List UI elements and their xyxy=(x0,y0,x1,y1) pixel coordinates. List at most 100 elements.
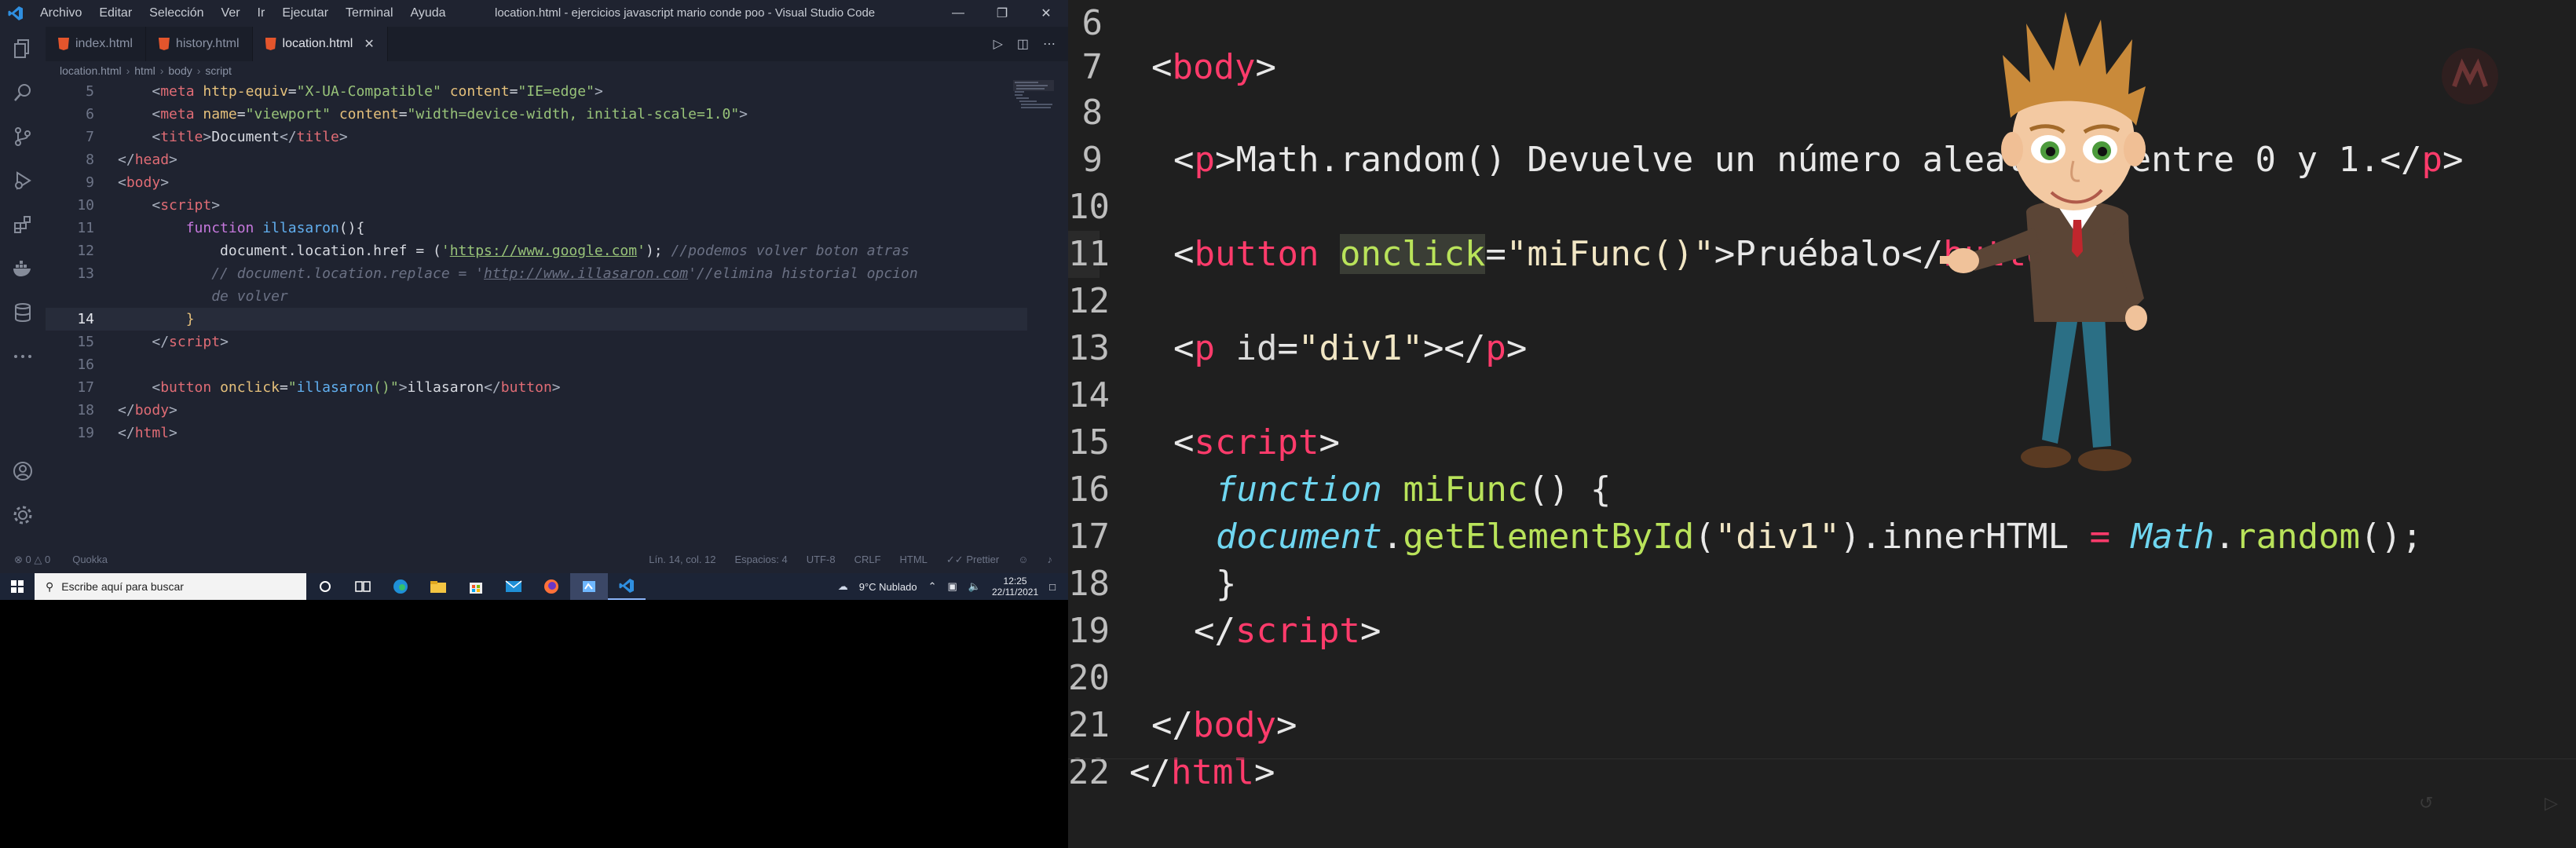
store-icon[interactable] xyxy=(457,573,495,600)
chevron-right-icon: › xyxy=(159,64,164,77)
restore-icon[interactable]: ❐ xyxy=(980,0,1024,27)
taskbar-search[interactable]: ⚲ Escribe aquí para buscar xyxy=(35,573,306,600)
breadcrumb-html[interactable]: html xyxy=(134,61,155,80)
vscode-window: Archivo Editar Selección Ver Ir Ejecutar… xyxy=(0,0,1068,573)
cursor-position[interactable]: Lín. 14, col. 12 xyxy=(649,554,715,566)
html5-icon xyxy=(158,38,170,50)
mail-icon[interactable] xyxy=(495,573,532,600)
task-view-icon[interactable] xyxy=(344,573,382,600)
language-mode[interactable]: HTML xyxy=(900,554,928,566)
close-icon[interactable]: ✕ xyxy=(1024,0,1068,27)
video-progress-track[interactable] xyxy=(1068,758,2576,759)
notifications-icon[interactable]: ♪ xyxy=(1048,554,1053,566)
settings-gear-icon[interactable] xyxy=(0,493,46,537)
feedback-icon[interactable]: ☺ xyxy=(1018,554,1028,566)
menu-editar[interactable]: Editar xyxy=(90,0,141,27)
title-bar: Archivo Editar Selección Ver Ir Ejecutar… xyxy=(0,0,1068,27)
quokka-status[interactable]: Quokka xyxy=(72,554,108,566)
menu-seleccion[interactable]: Selección xyxy=(141,0,212,27)
weather-text[interactable]: 9°C Nublado xyxy=(859,581,917,593)
vscode-logo-icon xyxy=(0,0,31,27)
more-actions-icon[interactable]: ⋯ xyxy=(1043,36,1056,52)
clock-date: 22/11/2021 xyxy=(991,587,1039,598)
html5-icon xyxy=(265,38,276,50)
clock-time: 12:25 xyxy=(1003,576,1027,587)
split-editor-icon[interactable]: ◫ xyxy=(1017,36,1029,52)
menu-archivo[interactable]: Archivo xyxy=(31,0,90,27)
windows-taskbar: ⚲ Escribe aquí para buscar ☁ 9°C Nublado … xyxy=(0,573,1068,600)
activity-bar-bottom xyxy=(0,449,46,537)
code-line: 18 </body> xyxy=(77,402,177,419)
code-line: 15 </script> xyxy=(77,334,229,350)
search-icon[interactable] xyxy=(0,71,46,115)
code-line: 19 </html> xyxy=(77,425,177,441)
formatter-label: Prettier xyxy=(966,554,1000,565)
volume-icon[interactable]: 🔈 xyxy=(968,580,981,593)
problems-indicator[interactable]: ⊗ 0 △ 0 xyxy=(14,554,50,566)
window-controls: — ❐ ✕ xyxy=(936,0,1068,27)
line-ending[interactable]: CRLF xyxy=(854,554,881,566)
menu-ayuda[interactable]: Ayuda xyxy=(402,0,455,27)
close-tab-icon[interactable]: ✕ xyxy=(364,36,374,52)
tutorial-video-slide: 6 7 <body> 8 9 <p>Math.random() Devuelve u… xyxy=(1068,0,2576,848)
encoding[interactable]: UTF-8 xyxy=(807,554,836,566)
firefox-icon[interactable] xyxy=(532,573,570,600)
current-code-line: 14 } xyxy=(46,308,1027,331)
extensions-icon[interactable] xyxy=(0,203,46,247)
video-rewind-icon[interactable]: ↺ xyxy=(2419,793,2433,813)
active-app-icon[interactable] xyxy=(570,573,608,600)
code-line: 13 // document.location.replace = 'http:… xyxy=(77,265,918,282)
edge-browser-icon[interactable] xyxy=(382,573,419,600)
tab-label: history.html xyxy=(175,37,240,50)
search-icon: ⚲ xyxy=(46,579,54,593)
menu-ejecutar[interactable]: Ejecutar xyxy=(273,0,337,27)
menu-ver[interactable]: Ver xyxy=(213,0,249,27)
chevron-right-icon: › xyxy=(126,64,130,77)
chevron-right-icon: › xyxy=(196,64,201,77)
minimize-icon[interactable]: — xyxy=(936,0,980,27)
menu-ir[interactable]: Ir xyxy=(249,0,274,27)
warning-count: 0 xyxy=(44,554,51,565)
code-line: 10 <script> xyxy=(77,197,221,214)
database-icon[interactable] xyxy=(0,291,46,334)
file-explorer-icon[interactable] xyxy=(419,573,457,600)
tab-history-html[interactable]: history.html xyxy=(146,27,253,61)
more-icon[interactable] xyxy=(0,334,46,378)
editor-actions: ▷ ◫ ⋯ xyxy=(993,27,1056,61)
source-control-icon[interactable] xyxy=(0,115,46,159)
indentation[interactable]: Espacios: 4 xyxy=(735,554,788,566)
code-line: de volver xyxy=(211,288,288,305)
network-icon[interactable]: ▣ xyxy=(947,580,957,593)
channel-watermark-logo xyxy=(2442,48,2498,104)
cortana-icon[interactable] xyxy=(306,573,344,600)
tab-label: index.html xyxy=(75,37,133,50)
breadcrumb: location.html › html › body › script xyxy=(46,61,1068,80)
minimap[interactable] xyxy=(1013,80,1054,127)
code-line: 6 <meta name="viewport" content="width=d… xyxy=(86,106,748,122)
status-bar: ⊗ 0 △ 0 Quokka Lín. 14, col. 12 Espacios… xyxy=(0,546,1068,573)
code-line: 7 <title>Document</title> xyxy=(86,129,348,145)
tab-location-html[interactable]: location.html ✕ xyxy=(252,27,388,61)
code-line: 17 <button onclick="illasaron()">illasar… xyxy=(77,379,561,396)
prettier-status[interactable]: ✓✓ Prettier xyxy=(946,554,999,566)
run-icon[interactable]: ▷ xyxy=(993,36,1003,52)
docker-icon[interactable] xyxy=(0,247,46,291)
cartoon-mascot-illustration xyxy=(1940,12,2147,471)
taskbar-clock[interactable]: 12:25 22/11/2021 xyxy=(992,576,1038,598)
tab-index-html[interactable]: index.html xyxy=(46,27,146,61)
explorer-icon[interactable] xyxy=(0,27,46,71)
notifications-icon[interactable]: □ xyxy=(1049,581,1056,593)
code-editor[interactable]: 5 <meta http-equiv="X-UA-Compatible" con… xyxy=(46,80,1027,546)
breadcrumb-script[interactable]: script xyxy=(205,61,231,80)
breadcrumb-file[interactable]: location.html xyxy=(60,61,122,80)
show-hidden-icons-icon[interactable]: ⌃ xyxy=(928,580,937,593)
menu-terminal[interactable]: Terminal xyxy=(337,0,401,27)
vscode-taskbar-icon[interactable] xyxy=(608,573,646,600)
windows-start-icon[interactable] xyxy=(0,573,35,600)
video-play-icon[interactable]: ▷ xyxy=(2545,793,2558,813)
code-line: 11 function illasaron(){ xyxy=(77,220,365,236)
breadcrumb-body[interactable]: body xyxy=(168,61,192,80)
run-debug-icon[interactable] xyxy=(0,159,46,203)
account-icon[interactable] xyxy=(0,449,46,493)
code-line: 12 document.location.href = ('https://ww… xyxy=(77,243,909,259)
